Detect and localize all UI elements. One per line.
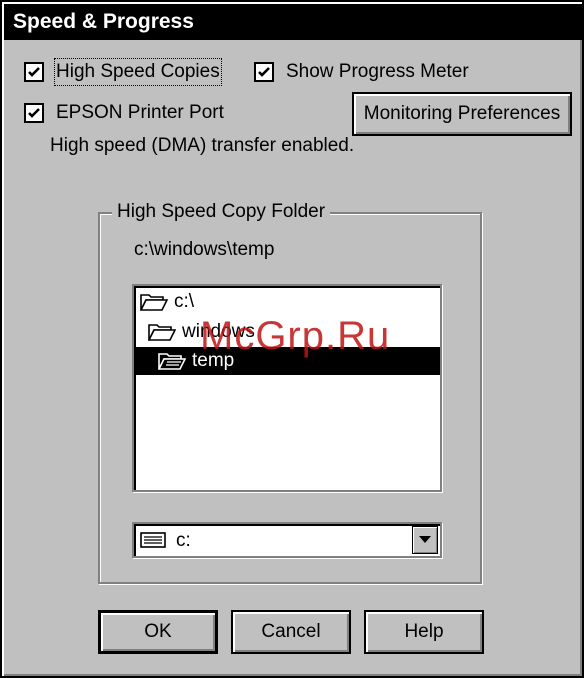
folder-open-icon bbox=[140, 294, 168, 311]
tree-item-label: c:\ bbox=[174, 291, 195, 312]
tree-item-label: windows bbox=[182, 321, 255, 342]
tree-item-label: temp bbox=[192, 350, 235, 371]
ok-button[interactable]: OK bbox=[98, 610, 218, 654]
high-speed-copies-checkbox[interactable] bbox=[24, 62, 44, 82]
drive-dropdown-button[interactable] bbox=[412, 526, 438, 554]
folder-open-icon bbox=[148, 324, 176, 341]
epson-printer-port-checkbox[interactable] bbox=[24, 103, 44, 123]
show-progress-meter-checkbox[interactable] bbox=[254, 62, 274, 82]
cancel-button[interactable]: Cancel bbox=[231, 610, 351, 654]
tree-item-root[interactable]: c:\ bbox=[140, 288, 194, 316]
folder-open-icon bbox=[158, 353, 186, 370]
checkmark-icon bbox=[28, 108, 40, 118]
tree-item-windows[interactable]: windows bbox=[148, 318, 255, 346]
dma-status-text: High speed (DMA) transfer enabled. bbox=[50, 135, 355, 156]
show-progress-meter-label: Show Progress Meter bbox=[286, 61, 469, 82]
epson-printer-port-option[interactable]: EPSON Printer Port bbox=[24, 100, 224, 126]
high-speed-copies-label: High Speed Copies bbox=[54, 58, 222, 86]
drive-value: c: bbox=[176, 530, 191, 551]
epson-printer-port-label: EPSON Printer Port bbox=[56, 102, 224, 123]
chevron-down-icon bbox=[419, 536, 431, 543]
hard-drive-icon bbox=[140, 532, 166, 548]
high-speed-copies-option[interactable]: High Speed Copies bbox=[24, 58, 222, 86]
dialog-title: Speed & Progress bbox=[4, 4, 582, 40]
current-path-text: c:\windows\temp bbox=[134, 239, 275, 260]
checkmark-icon bbox=[258, 67, 270, 77]
folder-tree[interactable]: c:\ windows temp bbox=[132, 284, 442, 492]
drive-select[interactable]: c: bbox=[132, 522, 442, 558]
tree-item-temp[interactable]: temp bbox=[134, 347, 440, 375]
speed-progress-dialog: Speed & Progress High Speed Copies Show … bbox=[0, 0, 584, 678]
show-progress-meter-option[interactable]: Show Progress Meter bbox=[254, 59, 469, 85]
help-button[interactable]: Help bbox=[364, 610, 484, 654]
checkmark-icon bbox=[28, 67, 40, 77]
copy-folder-group-title: High Speed Copy Folder bbox=[112, 201, 331, 223]
monitoring-preferences-button[interactable]: Monitoring Preferences bbox=[352, 92, 572, 136]
